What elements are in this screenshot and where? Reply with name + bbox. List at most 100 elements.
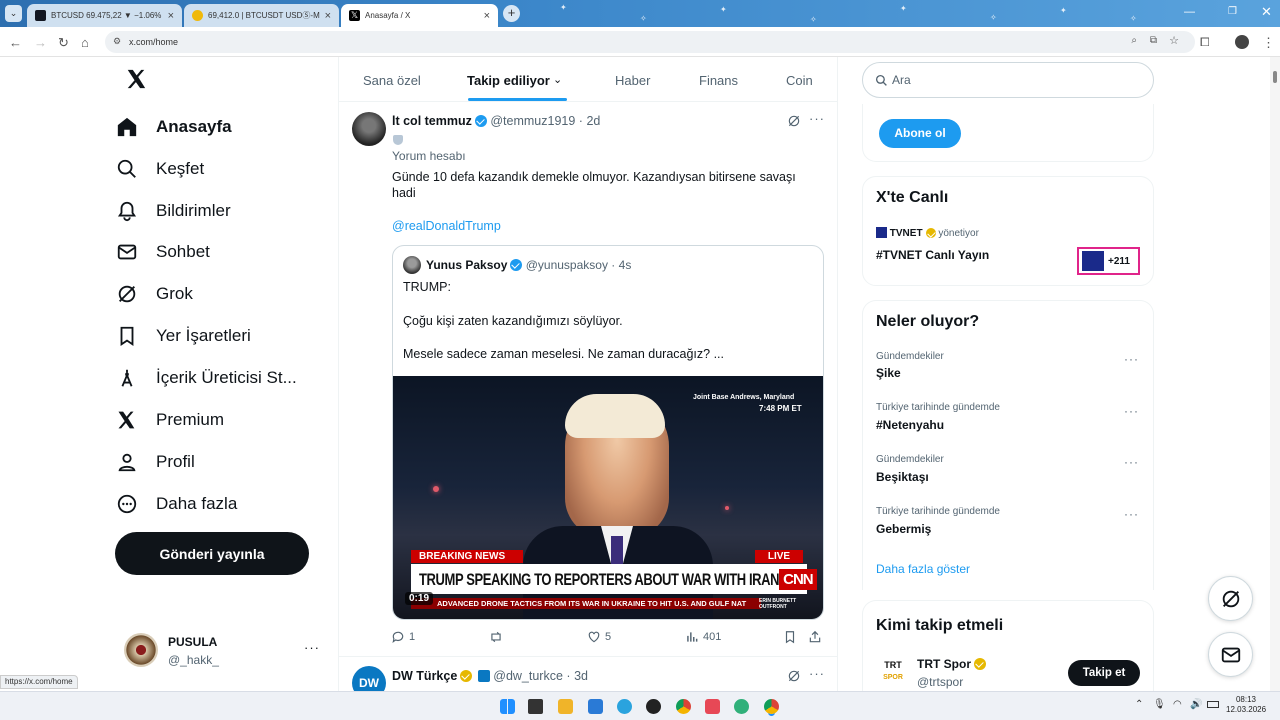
tweet[interactable]: lt col temmuz @temmuz1919 · 2d ··· Yorum… [339, 102, 837, 657]
zoom-icon[interactable]: ⌕ [1131, 35, 1137, 46]
trend-more-icon[interactable]: ··· [1124, 404, 1139, 418]
mention-link[interactable]: @realDonaldTrump [392, 219, 501, 233]
forward-icon[interactable]: → [34, 35, 47, 50]
home-icon[interactable]: ⌂ [81, 35, 89, 50]
bookmark-star-icon[interactable]: ☆ [1169, 34, 1179, 47]
maximize-button[interactable]: ❐ [1228, 6, 1237, 17]
trend-topic[interactable]: Gebermiş [876, 522, 931, 536]
tweet-more-icon[interactable]: ··· [809, 666, 825, 681]
close-icon[interactable]: × [325, 10, 331, 22]
nav-notifications[interactable]: Bildirimler [116, 191, 231, 231]
install-icon[interactable]: ⧉ [1150, 35, 1157, 46]
app-icon[interactable] [646, 699, 661, 714]
close-icon[interactable]: × [484, 10, 490, 22]
grok-float-button[interactable] [1208, 576, 1253, 621]
live-stream-title[interactable]: #TVNET Canlı Yayın [876, 248, 989, 262]
messages-float-button[interactable] [1208, 632, 1253, 677]
trend-more-icon[interactable]: ··· [1124, 507, 1139, 521]
search-input[interactable]: Ara [862, 62, 1154, 98]
file-explorer-icon[interactable] [558, 699, 573, 714]
reply-button[interactable]: 1 [391, 630, 415, 644]
site-info-icon[interactable]: ⚙ [113, 36, 121, 47]
nav-home[interactable]: Anasayfa [116, 107, 232, 147]
tab-following[interactable]: Takip ediliyor [467, 73, 550, 88]
edge-icon[interactable] [734, 699, 749, 714]
tab-search-button[interactable]: ⌄ [5, 5, 22, 22]
nav-premium[interactable]: Premium [116, 400, 224, 440]
subscribe-button[interactable]: Abone ol [879, 119, 961, 148]
tweet-time[interactable]: 2d [586, 114, 600, 128]
account-switcher[interactable]: PUSULA @_hakk_ ··· [118, 628, 328, 672]
reload-icon[interactable]: ↻ [58, 35, 69, 51]
show-more-link[interactable]: Daha fazla göster [876, 562, 970, 576]
snipping-icon[interactable] [705, 699, 720, 714]
trend-more-icon[interactable]: ··· [1124, 352, 1139, 366]
author-handle[interactable]: @temmuz1919 [490, 114, 575, 128]
clock[interactable]: 08:13 12.03.2026 [1226, 695, 1266, 715]
account-more-icon[interactable]: ··· [304, 640, 320, 655]
browser-menu-icon[interactable]: ⋮ [1262, 35, 1275, 51]
nav-bookmarks[interactable]: Yer İşaretleri [116, 316, 251, 356]
quoted-tweet[interactable]: Yunus Paksoy @yunuspaksoy · 4s TRUMP: Ço… [392, 245, 824, 620]
battery-icon[interactable] [1207, 701, 1219, 708]
browser-tab-x[interactable]: 𝕏 Anasayfa / X × [341, 4, 498, 27]
tweet-more-icon[interactable]: ··· [809, 111, 825, 126]
new-tab-button[interactable]: + [503, 5, 520, 22]
tab-coin[interactable]: Coin [786, 73, 813, 88]
taskview-icon[interactable] [528, 699, 543, 714]
nav-chat[interactable]: Sohbet [116, 232, 210, 272]
scrollbar-thumb[interactable] [1273, 71, 1277, 83]
follow-button[interactable]: Takip et [1068, 660, 1140, 686]
bookmark-button[interactable] [783, 630, 797, 644]
grok-icon[interactable] [787, 114, 801, 128]
minimize-button[interactable]: — [1184, 6, 1195, 18]
address-bar[interactable]: ⚙ x.com/home ⌕ ⧉ ☆ [105, 31, 1195, 53]
nav-creator-studio[interactable]: İçerik Üreticisi St... [116, 358, 297, 398]
tray-chevron-icon[interactable]: ⌃ [1135, 699, 1143, 710]
tweet-time[interactable]: 3d [574, 669, 588, 683]
author-name[interactable]: DW Türkçe [392, 669, 457, 683]
nav-explore[interactable]: Keşfet [116, 149, 204, 189]
chrome-active-icon[interactable] [764, 699, 779, 714]
window-close-button[interactable]: ✕ [1261, 4, 1272, 20]
volume-icon[interactable]: 🔊 [1190, 699, 1202, 710]
trend-topic[interactable]: #Netenyahu [876, 418, 944, 432]
live-host-row[interactable]: TVNET yönetiyor [876, 227, 979, 239]
grok-icon[interactable] [787, 669, 801, 683]
tab-finance[interactable]: Finans [699, 73, 738, 88]
video-player[interactable]: Joint Base Andrews, Maryland 7:48 PM ET … [393, 376, 823, 619]
nav-profile[interactable]: Profil [116, 442, 195, 482]
trend-topic[interactable]: Şike [876, 366, 901, 380]
author-name[interactable]: lt col temmuz [392, 114, 472, 128]
share-button[interactable] [808, 630, 822, 644]
chevron-down-icon[interactable]: ⌄ [553, 73, 562, 86]
views-button[interactable]: 401 [685, 630, 721, 644]
live-listeners[interactable]: +211 [1077, 247, 1140, 275]
like-button[interactable]: 5 [587, 630, 611, 644]
extensions-icon[interactable]: ⧠ [1200, 35, 1210, 50]
chrome-icon[interactable] [676, 699, 691, 714]
back-icon[interactable]: ← [9, 35, 22, 50]
retweet-button[interactable] [488, 630, 508, 644]
wifi-icon[interactable]: ◠ [1173, 699, 1182, 710]
telegram-icon[interactable] [617, 699, 632, 714]
author-handle[interactable]: @dw_turkce [493, 669, 563, 683]
nav-more[interactable]: Daha fazla [116, 484, 237, 524]
trend-topic[interactable]: Beşiktaşı [876, 470, 929, 484]
x-logo-icon[interactable] [125, 68, 147, 90]
store-icon[interactable] [588, 699, 603, 714]
profile-avatar[interactable] [1235, 35, 1249, 49]
tab-for-you[interactable]: Sana özel [363, 73, 421, 88]
close-icon[interactable]: × [168, 10, 174, 22]
page-scrollbar[interactable] [1270, 57, 1280, 691]
browser-tab-binance[interactable]: 69,412.0 | BTCUSDT USDⓈ-Mar × [184, 4, 339, 27]
microphone-icon[interactable]: 🎙 [1153, 699, 1166, 710]
browser-tab-tradingview[interactable]: BTCUSD 69.475,22 ▼ −1.06% b × [27, 4, 182, 27]
windows-start-icon[interactable] [500, 699, 515, 714]
trend-more-icon[interactable]: ··· [1124, 455, 1139, 469]
suggested-account[interactable]: TRT Spor [917, 657, 986, 671]
nav-grok[interactable]: Grok [116, 274, 193, 314]
avatar[interactable] [352, 112, 386, 146]
tab-news[interactable]: Haber [615, 73, 650, 88]
avatar[interactable]: TRT SPOR [877, 655, 909, 687]
